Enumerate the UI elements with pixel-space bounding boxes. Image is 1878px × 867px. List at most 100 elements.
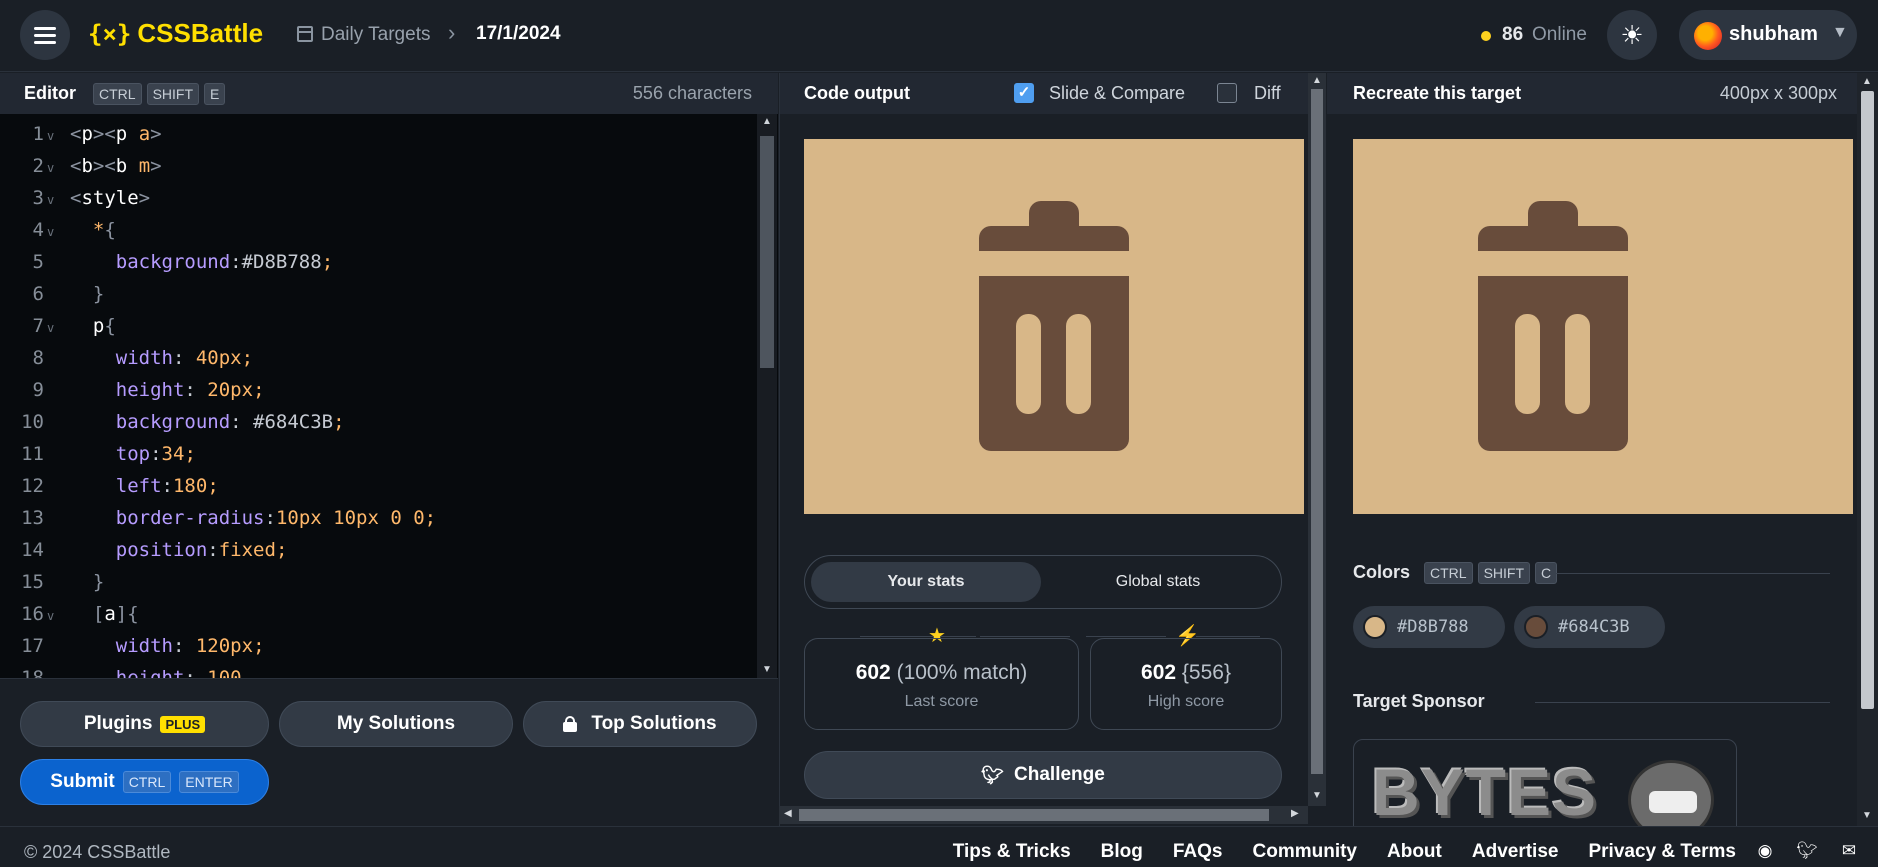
fold-chevron-icon[interactable]: v bbox=[47, 152, 54, 184]
editor-scroll-thumb[interactable] bbox=[760, 136, 774, 368]
diff-label[interactable]: Diff bbox=[1254, 83, 1281, 104]
scroll-down-icon[interactable]: ▼ bbox=[1862, 810, 1872, 821]
trash-slot bbox=[1066, 314, 1091, 414]
online-indicator-icon bbox=[1481, 31, 1491, 41]
code-line[interactable]: 13 border-radius:10px 10px 0 0; bbox=[0, 502, 756, 534]
my-solutions-button[interactable]: My Solutions bbox=[279, 701, 513, 747]
editor-scrollbar[interactable]: ▲ ▼ bbox=[757, 114, 777, 678]
code-line[interactable]: 8 width: 40px; bbox=[0, 342, 756, 374]
footer-link-privacy[interactable]: Privacy & Terms bbox=[1588, 841, 1736, 863]
scroll-up-icon[interactable]: ▲ bbox=[762, 116, 772, 127]
code-line[interactable]: 10 background: #684C3B; bbox=[0, 406, 756, 438]
fold-chevron-icon[interactable]: v bbox=[47, 600, 54, 632]
plugins-button[interactable]: Plugins PLUS bbox=[20, 701, 269, 747]
code-line[interactable]: 2 v <b><b m> bbox=[0, 150, 756, 182]
color-swatch[interactable]: #D8B788 bbox=[1353, 606, 1505, 648]
code-line[interactable]: 7v p{ bbox=[0, 310, 756, 342]
user-menu-button[interactable]: shubham ▼ bbox=[1679, 10, 1857, 60]
page-scrollbar[interactable]: ▲ ▼ bbox=[1857, 73, 1878, 826]
code-line[interactable]: 5 background:#D8B788; bbox=[0, 246, 756, 278]
scroll-left-icon[interactable]: ◀ bbox=[784, 808, 792, 819]
footer-link-advertise[interactable]: Advertise bbox=[1472, 841, 1559, 863]
top-solutions-button[interactable]: Top Solutions bbox=[523, 701, 757, 747]
output-horizontal-scrollbar[interactable]: ◀ ▶ bbox=[779, 806, 1308, 824]
code-text: <style> bbox=[70, 187, 151, 209]
code-line[interactable]: 16 v [a]{ bbox=[0, 598, 756, 630]
code-line[interactable]: 9 height: 20px; bbox=[0, 374, 756, 406]
mail-icon[interactable]: ✉ bbox=[1838, 841, 1860, 861]
menu-button[interactable] bbox=[20, 10, 70, 60]
slide-compare-checkbox[interactable]: ✓ bbox=[1014, 83, 1034, 103]
tab-your-stats[interactable]: Your stats bbox=[811, 562, 1041, 602]
logo-mark: {⨯} bbox=[88, 19, 132, 48]
scroll-right-icon[interactable]: ▶ bbox=[1291, 808, 1299, 819]
kbd-key: SHIFT bbox=[1477, 562, 1531, 584]
trash-handle bbox=[1528, 201, 1578, 226]
output-scroll-thumb[interactable] bbox=[1311, 89, 1323, 774]
line-number: 6 bbox=[32, 283, 44, 305]
editor-actions: Plugins PLUS My Solutions Top Solutions … bbox=[0, 678, 778, 826]
character-count: 556 characters bbox=[632, 83, 752, 103]
fold-chevron-icon[interactable]: v bbox=[47, 216, 54, 248]
code-line[interactable]: 4v *{ bbox=[0, 214, 756, 246]
theme-toggle-button[interactable]: ☀ bbox=[1607, 10, 1657, 60]
output-hscroll-thumb[interactable] bbox=[799, 809, 1269, 821]
editor-shortcut: CTRL SHIFT E bbox=[93, 83, 226, 105]
footer-link-faqs[interactable]: FAQs bbox=[1173, 841, 1223, 863]
stats-tabs: Your stats Global stats bbox=[804, 555, 1282, 609]
scroll-down-icon[interactable]: ▼ bbox=[1312, 790, 1322, 801]
tab-global-stats[interactable]: Global stats bbox=[1043, 562, 1273, 602]
line-number: 1 bbox=[32, 123, 44, 145]
breadcrumb-daily-targets[interactable]: Daily Targets bbox=[321, 24, 430, 46]
code-line[interactable]: 17 width: 120px; bbox=[0, 630, 756, 662]
editor-header: Editor CTRL SHIFT E 556 characters bbox=[0, 73, 778, 114]
target-panel: Recreate this target 400px x 300px Color… bbox=[1327, 73, 1857, 839]
code-line[interactable]: 18 height: 100 bbox=[0, 662, 756, 678]
code-line[interactable]: 1 v <p><p a> bbox=[0, 118, 756, 150]
avatar bbox=[1694, 22, 1722, 50]
scroll-up-icon[interactable]: ▲ bbox=[1862, 76, 1872, 87]
last-score-match: (100% match) bbox=[896, 661, 1028, 684]
footer-link-about[interactable]: About bbox=[1387, 841, 1442, 863]
logo[interactable]: {⨯} CSSBattle bbox=[88, 18, 263, 49]
diff-checkbox[interactable] bbox=[1217, 83, 1237, 103]
page-scroll-thumb[interactable] bbox=[1861, 91, 1874, 709]
calendar-icon bbox=[297, 26, 313, 42]
footer-link-blog[interactable]: Blog bbox=[1101, 841, 1143, 863]
sponsor-banner[interactable]: BYTES bbox=[1353, 739, 1737, 839]
output-vertical-scrollbar[interactable]: ▲ ▼ bbox=[1308, 73, 1326, 806]
scroll-down-icon[interactable]: ▼ bbox=[762, 664, 772, 675]
target-canvas[interactable] bbox=[1353, 139, 1853, 514]
fold-chevron-icon[interactable]: v bbox=[47, 120, 54, 152]
copyright: © 2024 CSSBattle bbox=[24, 842, 171, 862]
hamburger-icon bbox=[34, 27, 56, 44]
plus-badge: PLUS bbox=[160, 715, 206, 733]
line-number: 8 bbox=[32, 347, 44, 369]
color-swatch[interactable]: #684C3B bbox=[1514, 606, 1665, 648]
code-line[interactable]: 6 } bbox=[0, 278, 756, 310]
discord-icon[interactable]: ◉ bbox=[1754, 841, 1776, 861]
code-line[interactable]: 15 } bbox=[0, 566, 756, 598]
output-canvas[interactable] bbox=[804, 139, 1304, 514]
plugins-label: Plugins bbox=[83, 713, 153, 734]
footer-link-community[interactable]: Community bbox=[1253, 841, 1358, 863]
code-editor[interactable]: 1 v <p><p a> 2 v <b><b m> 3 v <style> 4 v *{5 back… bbox=[0, 114, 778, 678]
scroll-up-icon[interactable]: ▲ bbox=[1312, 75, 1322, 86]
challenge-button[interactable]: 🐦︎ Challenge bbox=[804, 751, 1282, 799]
code-text: } bbox=[92, 283, 105, 305]
line-number: 3 bbox=[32, 187, 44, 209]
fold-chevron-icon[interactable]: v bbox=[47, 184, 54, 216]
footer: © 2024 CSSBattle Tips & Tricks Blog FAQs… bbox=[0, 826, 1878, 867]
code-line[interactable]: 3 v <style> bbox=[0, 182, 756, 214]
line-number: 11 bbox=[21, 443, 44, 465]
fold-chevron-icon[interactable]: v bbox=[47, 312, 54, 344]
submit-button[interactable]: Submit CTRL ENTER bbox=[20, 759, 269, 805]
code-text: p{ bbox=[92, 315, 116, 337]
colors-shortcut: CTRL SHIFT C bbox=[1424, 562, 1558, 584]
slide-compare-label[interactable]: Slide & Compare bbox=[1049, 83, 1185, 104]
code-line[interactable]: 12 left:180; bbox=[0, 470, 756, 502]
code-line[interactable]: 14 position:fixed; bbox=[0, 534, 756, 566]
twitter-icon[interactable]: 🐦︎ bbox=[1796, 841, 1818, 861]
code-line[interactable]: 11 top:34; bbox=[0, 438, 756, 470]
footer-link-tips[interactable]: Tips & Tricks bbox=[953, 841, 1071, 863]
